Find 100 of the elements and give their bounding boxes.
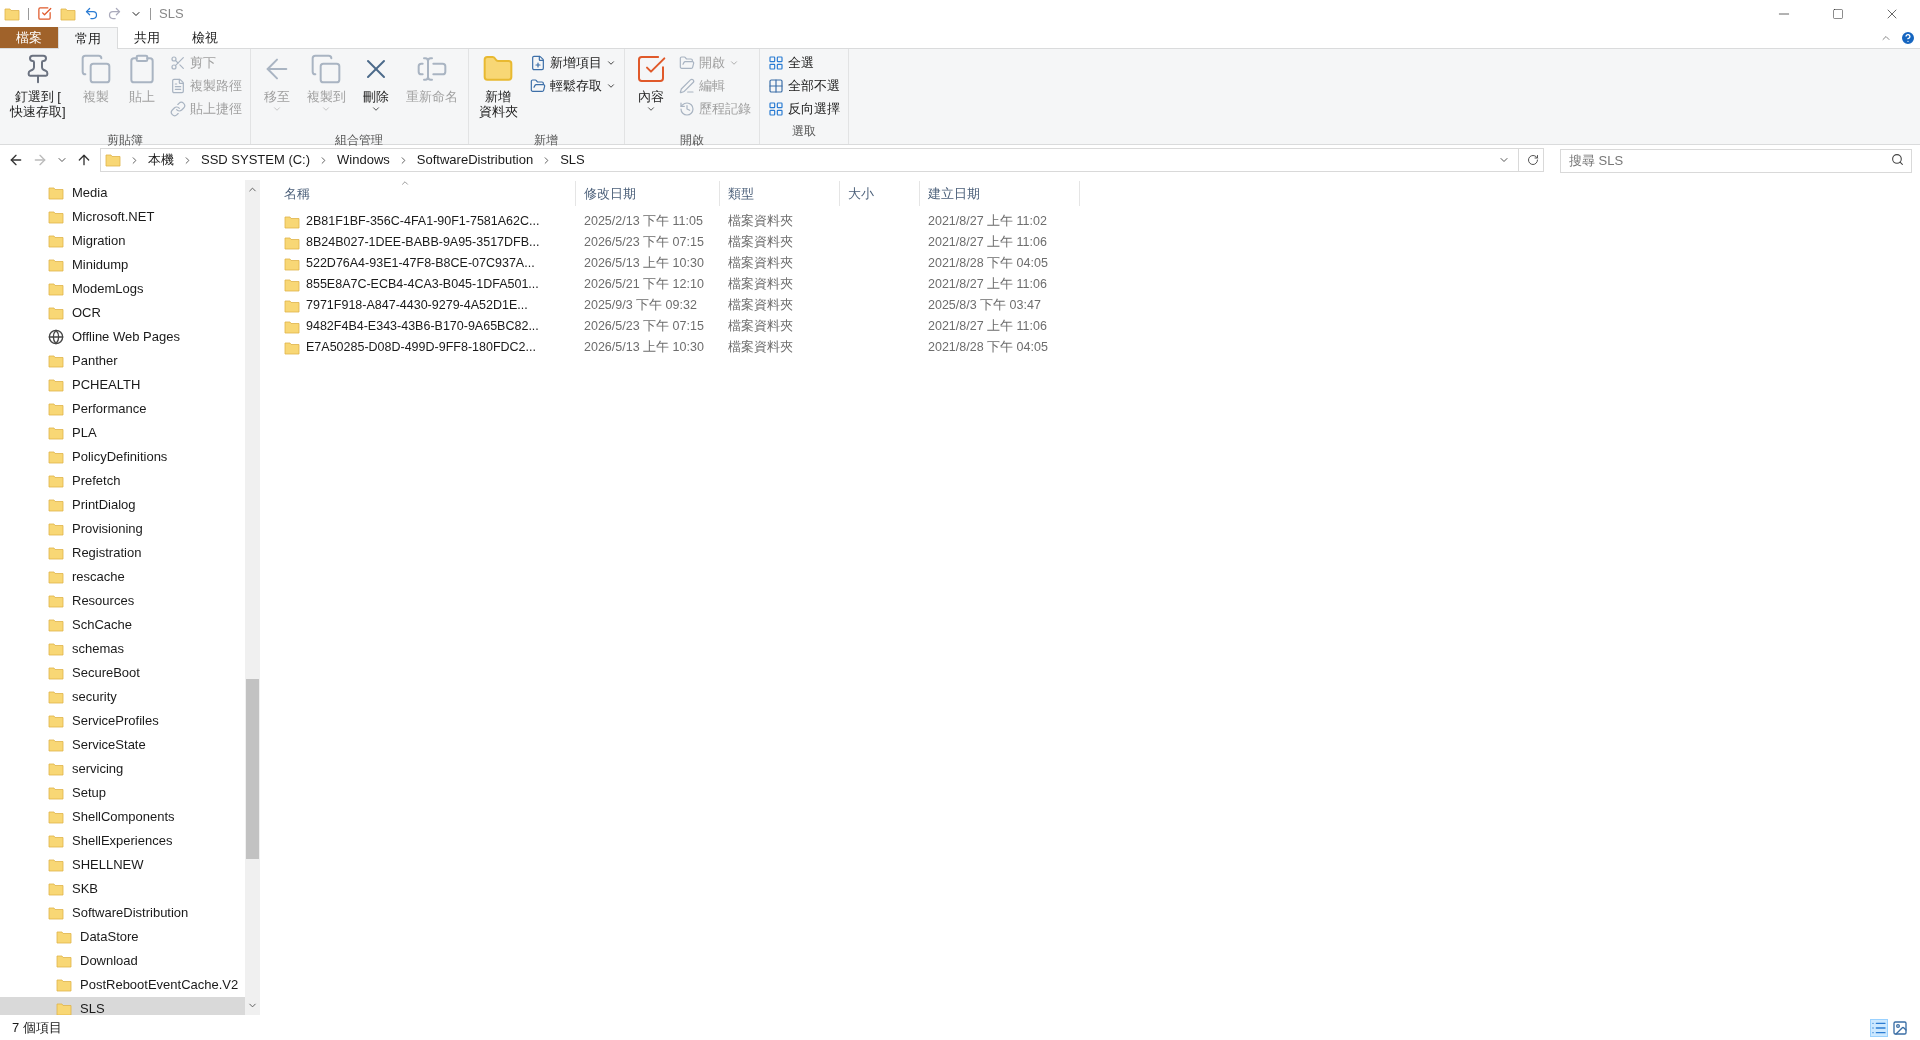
ribbon-button[interactable]: 新增 資料夾	[472, 49, 524, 131]
ribbon-button[interactable]: 全選	[763, 53, 844, 73]
tree-item[interactable]: Panther	[0, 349, 245, 373]
table-cell-text: 9482F4B4-E343-43B6-B170-9A65BC82...	[306, 318, 539, 336]
breadcrumb[interactable]: Windows	[337, 150, 390, 170]
tree-item[interactable]: SecureBoot	[0, 661, 245, 685]
back-icon[interactable]	[8, 152, 24, 168]
window-title: SLS	[159, 4, 184, 23]
tree-item[interactable]: Registration	[0, 541, 245, 565]
large-icons-view-icon[interactable]	[1892, 1019, 1908, 1036]
tree-item[interactable]: ModemLogs	[0, 277, 245, 301]
caret-icon	[605, 81, 616, 91]
tree-item[interactable]: servicing	[0, 757, 245, 781]
folder-icon	[48, 257, 64, 273]
tree-item[interactable]: SHELLNEW	[0, 853, 245, 877]
folder-icon	[56, 953, 72, 969]
column-header[interactable]: 建立日期	[920, 181, 1080, 206]
tree-item[interactable]: Setup	[0, 781, 245, 805]
folder-icon	[48, 785, 64, 801]
folder-icon	[4, 5, 20, 22]
tree-item[interactable]: SchCache	[0, 613, 245, 637]
undo-icon[interactable]	[84, 6, 99, 21]
ribbon-button[interactable]: 釘選到 [ 快速存取]	[4, 49, 72, 131]
tree-item[interactable]: OCR	[0, 301, 245, 325]
up-icon[interactable]	[76, 152, 92, 168]
tree-item[interactable]: PrintDialog	[0, 493, 245, 517]
column-header[interactable]: 名稱	[276, 181, 576, 206]
ribbon-button[interactable]: 新增項目	[525, 53, 620, 73]
caret-icon	[370, 104, 381, 114]
table-cell-text: 2021/8/27 上午 11:02	[928, 213, 1047, 231]
tree-item[interactable]: DataStore	[0, 925, 245, 949]
table-cell-text: 855E8A7C-ECB4-4CA3-B045-1DFA501...	[306, 276, 539, 294]
tree-item[interactable]: Migration	[0, 229, 245, 253]
help-icon[interactable]	[1900, 30, 1916, 46]
tree-item[interactable]: Media	[0, 181, 245, 205]
tree-item[interactable]: SLS	[0, 997, 245, 1015]
search-field[interactable]: 搜尋 SLS	[1560, 148, 1912, 173]
ribbon-button[interactable]: 反向選擇	[763, 99, 844, 119]
table-cell-text: 2026/5/13 上午 10:30	[584, 255, 704, 273]
tree-item[interactable]: Resources	[0, 589, 245, 613]
ribbon-tab[interactable]: 檢視	[176, 27, 234, 48]
tree-item[interactable]: SKB	[0, 877, 245, 901]
copy-icon	[310, 53, 343, 85]
grid-icon	[767, 101, 784, 117]
tree-item[interactable]: PLA	[0, 421, 245, 445]
tree-item[interactable]: ShellComponents	[0, 805, 245, 829]
table-cell-text: 2021/8/27 上午 11:06	[928, 318, 1047, 336]
tree-item[interactable]: PCHEALTH	[0, 373, 245, 397]
tree-item[interactable]: ServiceProfiles	[0, 709, 245, 733]
column-header[interactable]: 大小	[840, 181, 920, 206]
forward-icon[interactable]	[32, 152, 48, 168]
tree-item[interactable]: PostRebootEventCache.V2	[0, 973, 245, 997]
folder-icon	[284, 297, 300, 314]
ribbon-button[interactable]: 全部不選	[763, 76, 844, 96]
ribbon-button[interactable]: 輕鬆存取	[525, 76, 620, 96]
breadcrumb[interactable]: SLS	[560, 150, 585, 170]
ribbon-button[interactable]: 內容	[628, 49, 673, 131]
caret-icon	[605, 58, 616, 68]
breadcrumb[interactable]: 本機	[148, 150, 174, 170]
breadcrumb[interactable]: SSD SYSTEM (C:)	[201, 150, 311, 170]
ribbon-button[interactable]: 刪除	[353, 49, 398, 131]
tree-item[interactable]: schemas	[0, 637, 245, 661]
table-cell-text: 8B24B027-1DEE-BABB-9A95-3517DFB...	[306, 234, 540, 252]
folder-icon	[48, 449, 64, 465]
tree-item[interactable]: SoftwareDistribution	[0, 901, 245, 925]
tree-item[interactable]: Performance	[0, 397, 245, 421]
scrollbar-thumb[interactable]	[246, 679, 259, 859]
table-cell-text: 2026/5/13 上午 10:30	[584, 339, 704, 357]
maximize-icon[interactable]	[1832, 7, 1844, 20]
tree-item[interactable]: Microsoft.NET	[0, 205, 245, 229]
address-bar[interactable]: 本機 SSD SYSTEM (C:) Windows SoftwareDistribution SLS	[100, 148, 1544, 172]
ribbon-tab[interactable]: 常用	[58, 27, 118, 49]
ribbon-tab[interactable]: 檔案	[0, 27, 58, 48]
properties-icon[interactable]	[37, 6, 52, 21]
table-cell-text: 2026/5/21 下午 12:10	[584, 276, 704, 294]
tree-item[interactable]: Provisioning	[0, 517, 245, 541]
tree-item[interactable]: ServiceState	[0, 733, 245, 757]
tree-item[interactable]: Minidump	[0, 253, 245, 277]
table-cell-text: 檔案資料夾	[728, 297, 793, 315]
tree-item[interactable]: Offline Web Pages	[0, 325, 245, 349]
refresh-icon[interactable]	[1527, 154, 1539, 166]
ribbon-tab[interactable]: 共用	[118, 27, 176, 48]
table-cell-text: 2025/9/3 下午 09:32	[584, 297, 697, 315]
column-header[interactable]: 修改日期	[576, 181, 720, 206]
redo-icon[interactable]	[107, 6, 122, 21]
column-header[interactable]: 類型	[720, 181, 840, 206]
tree-item[interactable]: security	[0, 685, 245, 709]
folder-icon	[48, 425, 64, 441]
tree-item[interactable]: PolicyDefinitions	[0, 445, 245, 469]
tree-item[interactable]: Download	[0, 949, 245, 973]
tree-item[interactable]: rescache	[0, 565, 245, 589]
tree-item[interactable]: ShellExperiences	[0, 829, 245, 853]
folder-icon	[48, 665, 64, 681]
breadcrumb[interactable]: SoftwareDistribution	[416, 150, 534, 170]
folder-icon	[48, 353, 64, 369]
folder-icon	[284, 255, 300, 272]
folder-icon	[48, 473, 64, 489]
details-view-icon[interactable]	[1870, 1018, 1888, 1037]
scrollbar[interactable]	[245, 180, 260, 1015]
tree-item[interactable]: Prefetch	[0, 469, 245, 493]
